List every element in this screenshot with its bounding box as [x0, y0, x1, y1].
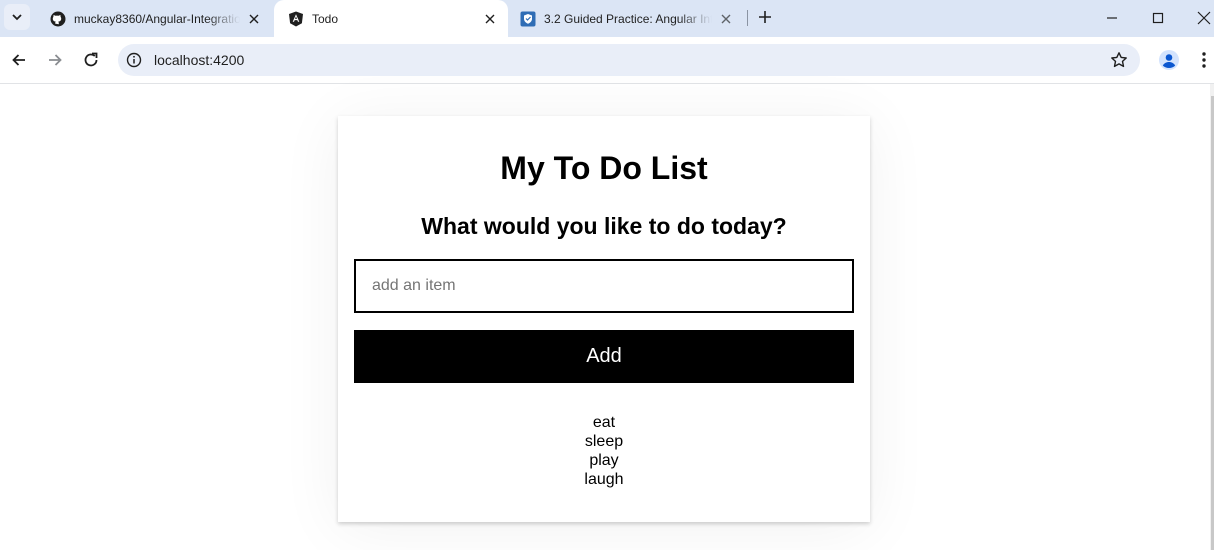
tab-title: muckay8360/Angular-Integratio	[74, 11, 240, 26]
reload-button[interactable]	[80, 49, 102, 71]
tab-todo[interactable]: Todo	[274, 0, 508, 37]
plus-icon	[759, 11, 771, 23]
todo-item: play	[589, 452, 619, 469]
tab-title: 3.2 Guided Practice: Angular Int	[544, 11, 712, 26]
site-info-icon[interactable]	[126, 52, 142, 68]
scrollbar[interactable]	[1210, 84, 1214, 550]
add-button[interactable]: Add	[354, 330, 854, 383]
close-icon	[1197, 11, 1211, 25]
browser-tab-strip: muckay8360/Angular-Integratio Todo 3.2 G…	[0, 0, 1214, 37]
page-title: My To Do List	[500, 150, 708, 186]
close-window-button[interactable]	[1194, 8, 1214, 28]
angular-icon	[288, 11, 304, 27]
address-bar[interactable]: localhost:4200	[118, 44, 1140, 76]
bookmark-star-icon[interactable]	[1110, 51, 1128, 69]
page-subtitle: What would you like to do today?	[421, 213, 787, 239]
page-viewport: My To Do List What would you like to do …	[0, 84, 1214, 550]
github-icon	[50, 11, 66, 27]
maximize-button[interactable]	[1148, 8, 1168, 28]
tab-github[interactable]: muckay8360/Angular-Integratio	[36, 0, 272, 37]
minimize-icon	[1107, 17, 1117, 19]
tab-search-button[interactable]	[4, 4, 30, 30]
url-text: localhost:4200	[154, 52, 245, 68]
reload-icon	[84, 52, 98, 67]
todo-list: eat sleep play laugh	[338, 413, 870, 489]
new-tab-button[interactable]	[756, 8, 774, 26]
arrow-right-icon	[49, 54, 62, 66]
todo-item: sleep	[584, 433, 624, 450]
course-shield-icon	[520, 11, 536, 27]
close-tab-icon[interactable]	[482, 11, 498, 27]
minimize-button[interactable]	[1102, 8, 1122, 28]
add-item-input[interactable]	[354, 259, 854, 313]
close-tab-icon[interactable]	[246, 11, 262, 27]
todo-item: eat	[592, 414, 616, 431]
forward-button[interactable]	[44, 49, 66, 71]
tab-guided-practice[interactable]: 3.2 Guided Practice: Angular Int	[506, 0, 744, 37]
more-menu-icon[interactable]	[1196, 49, 1212, 71]
profile-avatar-icon[interactable]	[1158, 49, 1180, 71]
back-button[interactable]	[8, 49, 30, 71]
tab-title: Todo	[312, 11, 339, 26]
maximize-icon	[1152, 12, 1164, 24]
chevron-down-icon	[12, 14, 22, 21]
browser-toolbar: localhost:4200	[0, 37, 1214, 84]
close-tab-icon[interactable]	[718, 11, 734, 27]
arrow-left-icon	[12, 54, 25, 66]
todo-item: laugh	[584, 471, 624, 488]
todo-card: My To Do List What would you like to do …	[338, 116, 870, 522]
tab-divider	[747, 10, 748, 26]
